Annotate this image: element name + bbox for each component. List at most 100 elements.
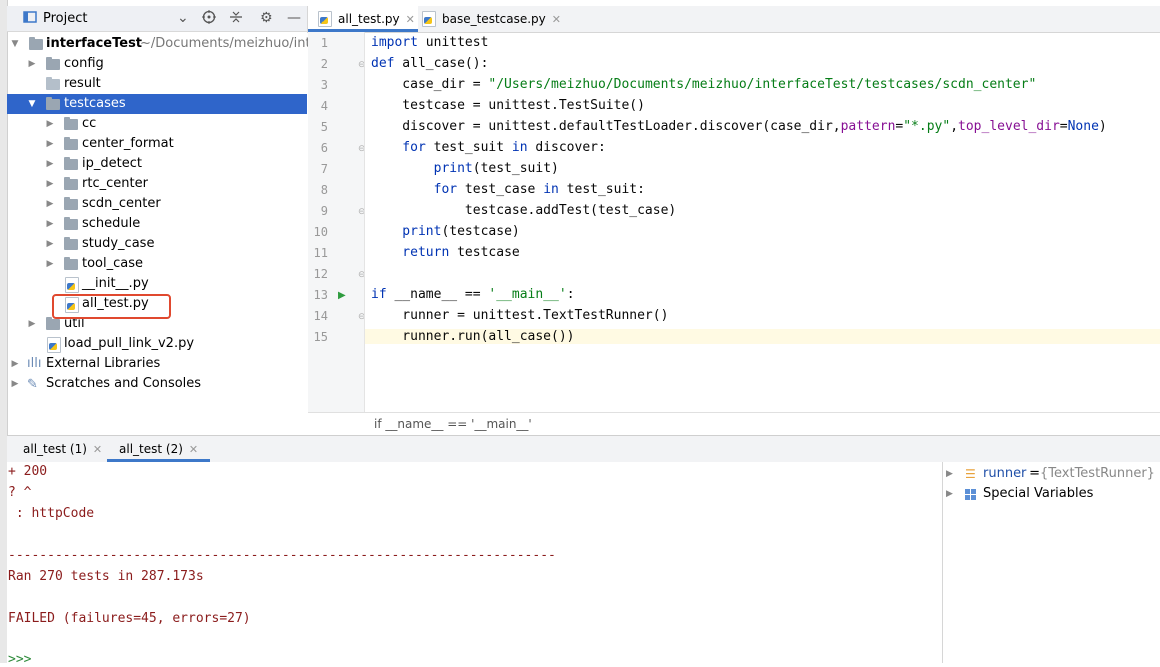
expand-arrow-icon[interactable]: ▼ [10, 34, 20, 54]
expand-arrow-icon[interactable]: ▶ [10, 374, 20, 394]
line-number: 12 [313, 267, 328, 281]
tree-item-label: result [64, 76, 101, 91]
expand-arrow-icon[interactable]: ▼ [27, 94, 37, 114]
line-number: 7 [320, 162, 328, 176]
code-line: discover = unittest.defaultTestLoader.di… [371, 119, 1107, 134]
tree-item-init-py[interactable]: __init__.py [7, 274, 307, 294]
expand-arrow-icon[interactable]: ▶ [27, 314, 37, 334]
root-name: interfaceTest [46, 36, 143, 51]
editor-breadcrumb[interactable]: if __name__ == '__main__' [308, 412, 1160, 435]
code-line: if __name__ == '__main__': [371, 287, 575, 302]
scratches-icon: ✎ [27, 377, 38, 392]
code-line: testcase.addTest(test_case) [371, 203, 677, 218]
variable-name: Special Variables [983, 486, 1094, 501]
tree-item-schedule[interactable]: ▶ schedule [7, 214, 307, 234]
tree-item-ip-detect[interactable]: ▶ ip_detect [7, 154, 307, 174]
expand-arrow-icon[interactable]: ▶ [45, 174, 55, 194]
tree-item-scdn-center[interactable]: ▶ scdn_center [7, 194, 307, 214]
line-number: 8 [320, 183, 328, 197]
expand-arrow-icon[interactable]: ▶ [10, 354, 20, 374]
tree-item-study-case[interactable]: ▶ study_case [7, 234, 307, 254]
tree-item-label: scdn_center [82, 196, 161, 211]
tree-item-label: ip_detect [82, 156, 142, 171]
collapse-icon[interactable] [229, 10, 243, 28]
code-line: for test_suit in discover: [371, 140, 606, 155]
code-line: runner = unittest.TextTestRunner() [371, 308, 669, 323]
run-icon[interactable]: ▶ [338, 290, 346, 301]
run-tab-bar: all_test (1) ✕ all_test (2) ✕ [7, 435, 1160, 463]
run-tab-2[interactable]: all_test (2) ✕ [107, 436, 211, 462]
editor-tab-bar: all_test.py ✕ base_testcase.py ✕ [307, 6, 1160, 33]
expand-arrow-icon[interactable]: ▶ [946, 464, 953, 484]
variables-grid-icon [965, 488, 977, 508]
project-panel-header: Project ⌄ ⚙ — [7, 6, 307, 32]
tree-item-load-pull-link[interactable]: load_pull_link_v2.py [7, 334, 307, 354]
close-icon[interactable]: ✕ [552, 13, 561, 26]
tab-label: all_test.py [338, 12, 400, 26]
expand-arrow-icon[interactable]: ▶ [45, 134, 55, 154]
close-icon[interactable]: ✕ [189, 443, 198, 456]
tree-item-rtc-center[interactable]: ▶ rtc_center [7, 174, 307, 194]
variable-name: runner [983, 466, 1027, 481]
folder-icon [46, 317, 60, 330]
folder-icon [64, 177, 78, 190]
line-number: 10 [313, 225, 328, 239]
target-icon[interactable] [202, 10, 216, 28]
console-line: + 200 [8, 464, 48, 479]
console-line: : httpCode [8, 506, 95, 521]
folder-icon [29, 37, 43, 50]
tree-item-label: load_pull_link_v2.py [64, 336, 195, 351]
tree-root[interactable]: ▼ interfaceTest ~/Documents/meizhuo/inte… [7, 34, 324, 54]
tree-item-config[interactable]: ▶ config [7, 54, 307, 74]
expand-arrow-icon[interactable]: ▶ [27, 54, 37, 74]
gear-icon[interactable]: ⚙ [260, 10, 273, 26]
minimize-icon[interactable]: — [287, 10, 301, 26]
line-number-gutter: 1 2 3 4 5 6 7 8 9 10 11 12 13 14 15 ⊖ ⊖ … [308, 32, 366, 412]
tree-item-cc[interactable]: ▶ cc [7, 114, 307, 134]
run-tab-label: all_test (2) [119, 442, 183, 456]
line-number: 15 [313, 330, 328, 344]
expand-arrow-icon[interactable]: ▶ [946, 484, 953, 504]
tree-item-scratches[interactable]: ▶ ✎ Scratches and Consoles [7, 374, 307, 394]
run-tab-1[interactable]: all_test (1) ✕ [23, 436, 102, 462]
tree-item-tool-case[interactable]: ▶ tool_case [7, 254, 307, 274]
tree-item-label: center_format [82, 136, 174, 151]
project-panel-title[interactable]: Project [43, 11, 87, 26]
breadcrumb-text: if __name__ == '__main__' [374, 417, 532, 431]
line-number: 13 [313, 288, 328, 302]
list-icon: ☰ [965, 467, 976, 481]
variable-value: {TextTestRunner} <u [1040, 466, 1160, 481]
folder-icon [64, 117, 78, 130]
close-icon[interactable]: ✕ [93, 443, 102, 456]
expand-arrow-icon[interactable]: ▶ [45, 254, 55, 274]
console-prompt[interactable]: >>> [8, 652, 31, 667]
folder-icon [46, 97, 60, 110]
tree-item-external-libraries[interactable]: ▶ ıllı External Libraries [7, 354, 307, 374]
tree-item-label: External Libraries [46, 356, 161, 371]
folder-icon [64, 217, 78, 230]
tree-item-result[interactable]: result [7, 74, 307, 94]
expand-arrow-icon[interactable]: ▶ [45, 214, 55, 234]
tab-all-test-py[interactable]: all_test.py ✕ [308, 6, 418, 32]
project-tree: ▼ interfaceTest ~/Documents/meizhuo/inte… [7, 32, 324, 432]
expand-arrow-icon[interactable]: ▶ [45, 154, 55, 174]
code-line: testcase = unittest.TestSuite() [371, 98, 645, 113]
tree-item-testcases[interactable]: ▼ testcases [7, 94, 307, 114]
library-icon: ıllı [27, 356, 42, 371]
run-tab-label: all_test (1) [23, 442, 87, 456]
variables-panel: ▶ ☰ runner = {TextTestRunner} <u ▶ Speci… [942, 462, 1160, 663]
code-editor[interactable]: import unittest def all_case(): case_dir… [364, 32, 1160, 412]
tab-base-testcase-py[interactable]: base_testcase.py ✕ [412, 6, 561, 32]
expand-arrow-icon[interactable]: ▶ [45, 194, 55, 214]
expand-arrow-icon[interactable]: ▶ [45, 234, 55, 254]
chevron-down-icon[interactable]: ⌄ [177, 10, 189, 26]
folder-icon [64, 197, 78, 210]
line-number: 11 [313, 246, 328, 260]
folder-icon [64, 157, 78, 170]
line-number: 9 [320, 204, 328, 218]
python-file-icon [47, 337, 61, 353]
expand-arrow-icon[interactable]: ▶ [45, 114, 55, 134]
code-line: for test_case in test_suit: [371, 182, 645, 197]
tree-item-center-format[interactable]: ▶ center_format [7, 134, 307, 154]
console-output[interactable]: + 200 ? ^ : httpCode -------------------… [7, 462, 942, 667]
